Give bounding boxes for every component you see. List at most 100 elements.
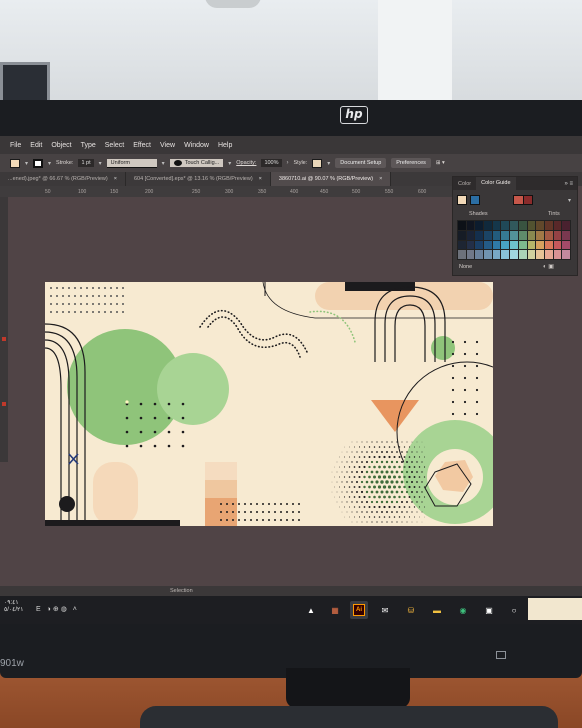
color-swatch[interactable] [527, 230, 536, 240]
color-variations-grid[interactable] [457, 220, 571, 260]
harmony-swatch[interactable] [470, 195, 480, 205]
color-swatch[interactable] [544, 230, 553, 240]
color-swatch[interactable] [553, 240, 562, 250]
tool-icon[interactable] [2, 402, 6, 406]
tools-panel[interactable] [0, 197, 8, 462]
menu-type[interactable]: Type [81, 142, 96, 149]
stroke-swatch[interactable] [33, 158, 44, 168]
color-swatch[interactable] [510, 230, 518, 240]
files-app-icon[interactable]: ▬ [428, 601, 446, 619]
color-swatch[interactable] [466, 250, 475, 259]
color-swatch[interactable] [466, 230, 475, 240]
color-swatch[interactable] [458, 250, 466, 259]
color-swatch[interactable] [475, 230, 484, 240]
color-swatch[interactable] [562, 230, 570, 240]
color-swatch[interactable] [475, 221, 484, 230]
status-tool-label[interactable]: Selection [170, 588, 193, 594]
color-swatch[interactable] [501, 240, 510, 250]
menu-object[interactable]: Object [51, 142, 71, 149]
color-swatch[interactable] [536, 250, 544, 259]
chevron-down-icon[interactable]: ▾ [25, 160, 28, 167]
chevron-down-icon[interactable]: ▾ [228, 160, 231, 167]
color-swatch[interactable] [544, 250, 553, 259]
color-swatch[interactable] [518, 250, 527, 259]
color-swatch[interactable] [484, 221, 492, 230]
color-swatch[interactable] [458, 230, 466, 240]
color-swatch[interactable] [492, 221, 501, 230]
tab-document-1[interactable]: ...ened).jpeg* @ 66.67 % (RGB/Preview) × [0, 172, 126, 186]
chevron-down-icon[interactable]: ▾ [162, 160, 165, 167]
color-swatch[interactable] [562, 250, 570, 259]
color-swatch[interactable] [536, 240, 544, 250]
color-swatch[interactable] [510, 250, 518, 259]
color-swatch[interactable] [492, 250, 501, 259]
photos-app-icon[interactable]: ▦ [326, 601, 344, 619]
fill-swatch[interactable] [10, 158, 20, 168]
color-swatch[interactable] [544, 221, 553, 230]
monitor-button-icon[interactable] [496, 651, 506, 659]
color-swatch[interactable] [501, 230, 510, 240]
explorer-app-icon[interactable]: ▲ [302, 601, 320, 619]
color-swatch[interactable] [527, 221, 536, 230]
color-swatch[interactable] [510, 221, 518, 230]
color-swatch[interactable] [501, 221, 510, 230]
color-swatch[interactable] [484, 240, 492, 250]
color-swatch[interactable] [492, 230, 501, 240]
menu-file[interactable]: File [10, 142, 21, 149]
color-swatch[interactable] [536, 230, 544, 240]
variable-width-profile[interactable]: Uniform [106, 158, 157, 168]
chevron-down-icon[interactable]: ▾ [48, 160, 51, 167]
color-swatch[interactable] [527, 250, 536, 259]
tab-color[interactable]: Color [453, 181, 476, 187]
preferences-button[interactable]: Preferences [391, 158, 431, 168]
color-swatch[interactable] [458, 240, 466, 250]
settings-app-icon[interactable]: ▣ [480, 601, 498, 619]
menu-edit[interactable]: Edit [30, 142, 42, 149]
menu-effect[interactable]: Effect [133, 142, 151, 149]
mail-app-icon[interactable]: ✉ [376, 601, 394, 619]
chevron-down-icon[interactable]: ▾ [99, 160, 102, 167]
close-icon[interactable]: × [114, 176, 117, 182]
color-swatch[interactable] [466, 240, 475, 250]
color-swatch[interactable] [518, 230, 527, 240]
color-swatch[interactable] [527, 240, 536, 250]
opacity-label[interactable]: Opacity: [236, 160, 256, 166]
system-tray[interactable]: E ◑⊕◍ ˄ [36, 605, 79, 613]
color-swatch[interactable] [518, 221, 527, 230]
tab-document-3[interactable]: 3860710.ai @ 90.07 % (RGB/Preview) × [270, 172, 392, 186]
illustrator-app-icon[interactable]: Ai [350, 601, 368, 619]
style-swatch[interactable] [312, 158, 323, 168]
menu-help[interactable]: Help [218, 142, 232, 149]
harmony-swatch[interactable] [457, 195, 467, 205]
color-swatch[interactable] [458, 221, 466, 230]
panel-footer-icons[interactable]: ◐ ▣ [543, 263, 554, 270]
circle-app-icon[interactable]: ○ [505, 601, 523, 619]
color-swatch[interactable] [492, 240, 501, 250]
tab-document-2[interactable]: 604 [Converted].eps* @ 13.16 % (RGB/Prev… [126, 172, 271, 186]
document-setup-button[interactable]: Document Setup [335, 158, 387, 168]
language-indicator[interactable]: E [36, 606, 43, 613]
close-icon[interactable]: × [259, 176, 262, 182]
horizontal-ruler[interactable]: 50 100 150 200 250 300 350 400 450 500 5… [0, 186, 452, 197]
color-swatch[interactable] [562, 221, 570, 230]
chevron-down-icon[interactable]: ▾ [568, 197, 571, 204]
harmony-swatch[interactable] [513, 195, 523, 205]
color-swatch[interactable] [484, 250, 492, 259]
menu-view[interactable]: View [160, 142, 175, 149]
tool-icon[interactable] [2, 337, 6, 341]
opacity-field[interactable]: 100% [261, 159, 282, 167]
color-swatch[interactable] [553, 250, 562, 259]
chevron-down-icon[interactable]: ▾ [327, 160, 330, 167]
color-swatch[interactable] [544, 240, 553, 250]
menu-select[interactable]: Select [105, 142, 124, 149]
color-swatch[interactable] [475, 240, 484, 250]
brush-definition[interactable]: Touch Callig... [169, 159, 224, 167]
color-swatch[interactable] [510, 240, 518, 250]
color-swatch[interactable] [484, 230, 492, 240]
stroke-weight-field[interactable]: 1 pt [78, 159, 94, 167]
harmony-swatch[interactable] [523, 195, 533, 205]
color-swatch[interactable] [553, 221, 562, 230]
color-swatch[interactable] [562, 240, 570, 250]
color-swatch[interactable] [466, 221, 475, 230]
color-swatch[interactable] [475, 250, 484, 259]
